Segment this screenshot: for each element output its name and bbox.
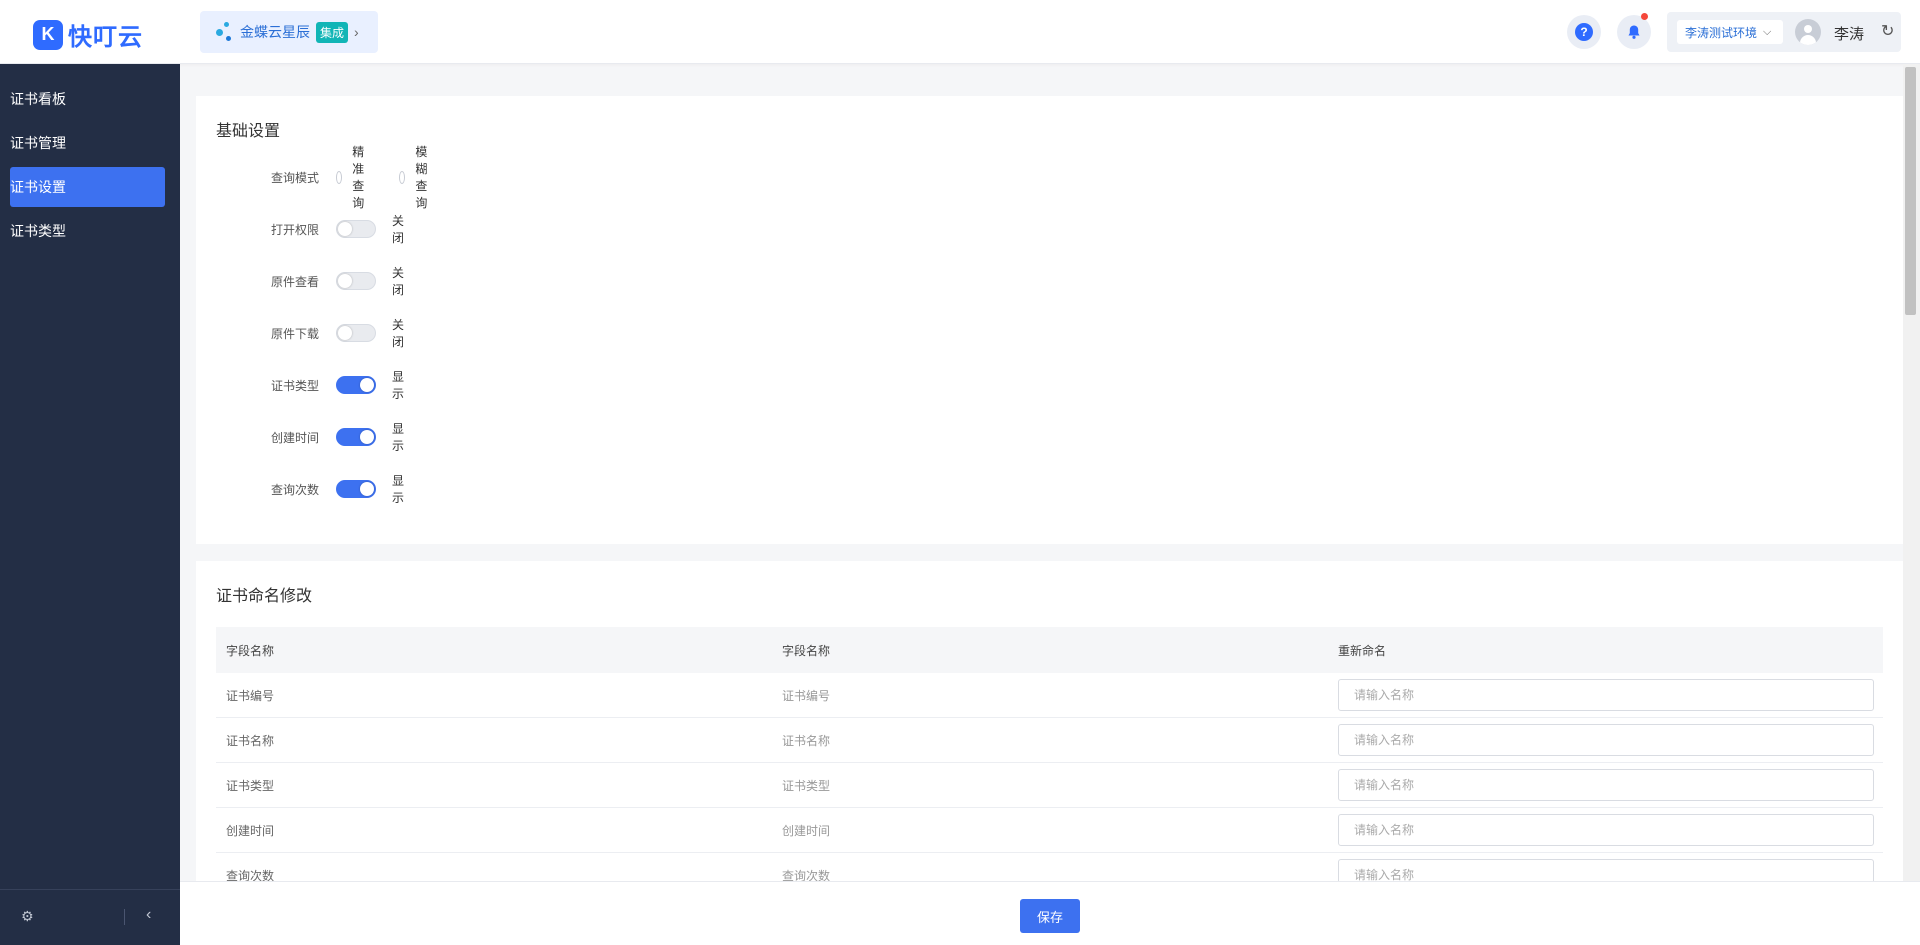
create-time-toggle[interactable] [336, 428, 376, 446]
help-button[interactable]: ? [1567, 15, 1601, 49]
sidebar-item-certificate-types[interactable]: 证书类型 [10, 211, 165, 251]
notification-dot [1641, 13, 1648, 20]
integration-badge: 集成 [316, 21, 349, 43]
query-count-toggle[interactable] [336, 480, 376, 498]
chevron-right-icon: › [354, 24, 359, 40]
sidebar-item-certificate-management[interactable]: 证书管理 [10, 123, 165, 163]
section-title: 证书命名修改 [216, 588, 313, 605]
gear-icon[interactable]: ⚙ [21, 908, 34, 925]
field-name-cell: 证书名称 [226, 733, 275, 748]
query-mode-label: 查询模式 [271, 170, 320, 185]
app-dots-icon [214, 20, 234, 44]
open-permission-toggle[interactable] [336, 220, 376, 238]
setting-label: 查询次数 [271, 482, 320, 497]
sidebar-item-certificate-board[interactable]: 证书看板 [10, 79, 165, 119]
original-download-toggle[interactable] [336, 324, 376, 342]
rename-input[interactable] [1338, 769, 1874, 801]
user-area: 李涛测试环境 ⌵ 李涛 ↻ [1667, 12, 1901, 52]
toggle-state-text: 关闭 [392, 318, 405, 349]
sidebar-item-label: 证书类型 [10, 223, 66, 239]
top-header: K 快叮云 金蝶云星辰 集成 › ? 李涛测试环境 ⌵ 李涛 ↻ [0, 0, 1920, 64]
rename-input[interactable] [1338, 679, 1874, 711]
logo-text: 快叮云 [68, 24, 143, 51]
radio-label: 模糊查询 [415, 145, 428, 210]
scrollbar-thumb[interactable] [1905, 67, 1916, 315]
current-name-cell: 证书类型 [782, 778, 831, 793]
divider [124, 909, 125, 925]
avatar[interactable] [1795, 19, 1821, 45]
table-row: 创建时间 创建时间 [216, 808, 1883, 853]
user-name: 李涛 [1834, 26, 1865, 43]
table-row: 查询次数 查询次数 [216, 853, 1883, 881]
current-name-cell: 证书名称 [782, 733, 831, 748]
field-name-cell: 证书编号 [226, 688, 275, 703]
table-row: 证书编号 证书编号 [216, 673, 1883, 718]
setting-label: 证书类型 [271, 378, 320, 393]
app-switcher[interactable]: 金蝶云星辰 集成 › [200, 11, 378, 53]
sidebar-item-label: 证书看板 [10, 91, 66, 107]
environment-label: 李涛测试环境 [1685, 25, 1758, 40]
field-name-cell: 查询次数 [226, 868, 275, 882]
toggle-state-text: 关闭 [392, 266, 405, 297]
refresh-icon[interactable]: ↻ [1881, 21, 1894, 41]
notification-button[interactable] [1617, 13, 1651, 49]
radio-fuzzy-query[interactable]: 模糊查询 [399, 143, 434, 211]
toggle-state-text: 显示 [392, 370, 405, 401]
toggle-state-text: 显示 [392, 422, 405, 453]
current-name-cell: 查询次数 [782, 868, 831, 882]
setting-label: 原件查看 [271, 274, 320, 289]
radio-label: 精准查询 [352, 145, 365, 210]
basic-settings-card: 基础设置 查询模式 精准查询 模糊查询 打开权限 关闭 原件查看 关闭 原件下载… [196, 96, 1903, 544]
radio-exact-query[interactable]: 精准查询 [336, 143, 371, 211]
query-mode-radio-group: 精准查询 模糊查询 [336, 143, 462, 211]
table-row: 证书名称 证书名称 [216, 718, 1883, 763]
rename-input[interactable] [1338, 814, 1874, 846]
sidebar-item-certificate-settings[interactable]: 证书设置 [10, 167, 165, 207]
logo-icon: K [33, 19, 63, 50]
app-logo[interactable]: K 快叮云 [33, 17, 143, 52]
column-header: 字段名称 [226, 643, 275, 658]
table-header: 字段名称 字段名称 重新命名 [216, 627, 1883, 673]
column-header: 重新命名 [1338, 643, 1387, 658]
radio-button[interactable] [399, 170, 406, 184]
sidebar: 证书看板 证书管理 证书设置 证书类型 ⚙ ‹ [0, 64, 180, 945]
collapse-sidebar-icon[interactable]: ‹ [146, 906, 151, 924]
footer-bar: 保存 [180, 881, 1920, 945]
help-icon: ? [1575, 23, 1593, 41]
sidebar-footer: ⚙ ‹ [0, 889, 180, 945]
table-row: 证书类型 证书类型 [216, 763, 1883, 808]
rename-card: 证书命名修改 字段名称 字段名称 重新命名 证书编号 证书编号 证书名称 证书名… [196, 561, 1903, 881]
current-name-cell: 创建时间 [782, 823, 831, 838]
current-name-cell: 证书编号 [782, 688, 831, 703]
certificate-type-toggle[interactable] [336, 376, 376, 394]
radio-button[interactable] [336, 170, 343, 184]
environment-select[interactable]: 李涛测试环境 ⌵ [1677, 20, 1783, 44]
toggle-state-text: 关闭 [392, 214, 405, 245]
save-button[interactable]: 保存 [1020, 899, 1080, 933]
bell-icon [1628, 25, 1640, 39]
chevron-down-icon: ⌵ [1763, 25, 1772, 38]
app-name: 金蝶云星辰 [240, 24, 310, 40]
column-header: 字段名称 [782, 643, 831, 658]
setting-label: 创建时间 [271, 430, 320, 445]
setting-label: 打开权限 [271, 222, 320, 237]
sidebar-item-label: 证书管理 [10, 135, 66, 151]
rename-input[interactable] [1338, 859, 1874, 881]
rename-table: 字段名称 字段名称 重新命名 证书编号 证书编号 证书名称 证书名称 证书类型 … [216, 627, 1883, 881]
sidebar-item-label: 证书设置 [10, 179, 66, 195]
field-name-cell: 证书类型 [226, 778, 275, 793]
section-title: 基础设置 [216, 123, 281, 140]
setting-label: 原件下载 [271, 326, 320, 341]
rename-input[interactable] [1338, 724, 1874, 756]
field-name-cell: 创建时间 [226, 823, 275, 838]
original-view-toggle[interactable] [336, 272, 376, 290]
toggle-state-text: 显示 [392, 474, 405, 505]
